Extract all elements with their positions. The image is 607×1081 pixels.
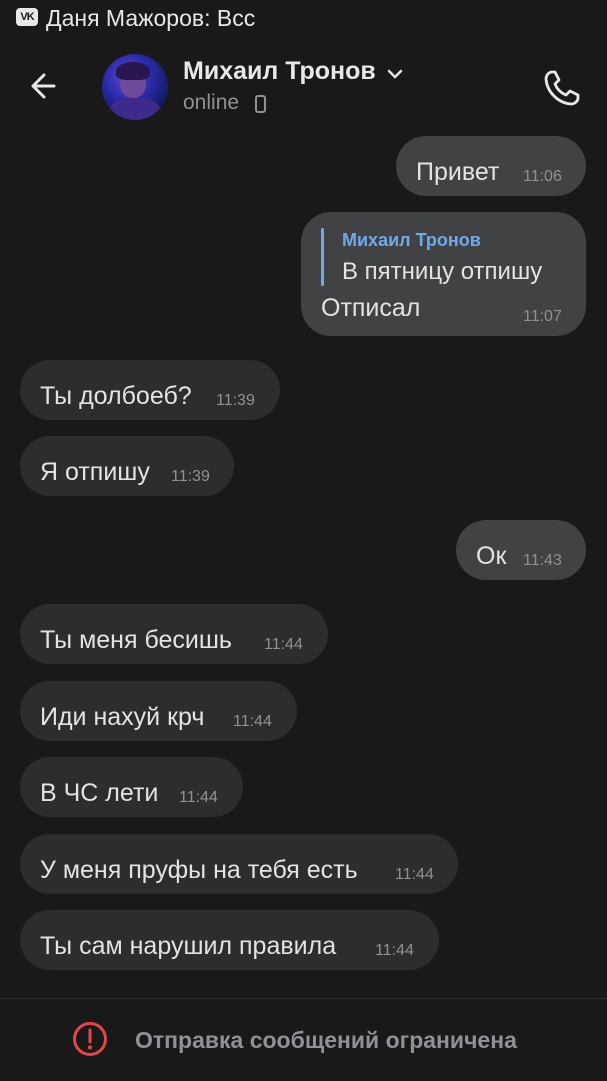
contact-name[interactable]: Михаил Тронов bbox=[183, 57, 376, 86]
message-bubble[interactable]: Иди нахуй крч 11:44 bbox=[20, 681, 297, 741]
warning-circle-icon bbox=[73, 1022, 107, 1056]
vk-icon: VK bbox=[16, 8, 38, 26]
message-bubble[interactable]: Михаил Тронов В пятницу отпишу Отписал 1… bbox=[301, 212, 586, 336]
message-bubble[interactable]: Ок 11:43 bbox=[456, 520, 586, 580]
message-text: Отписал bbox=[321, 294, 421, 322]
message-time: 11:44 bbox=[179, 789, 218, 806]
message-text: Ты сам нарушил правила bbox=[40, 932, 337, 960]
message-text: Привет bbox=[416, 158, 500, 186]
message-text: Ты меня бесишь bbox=[40, 626, 232, 654]
avatar[interactable] bbox=[102, 54, 168, 120]
message-time: 11:44 bbox=[395, 866, 434, 883]
message-text: В ЧС лети bbox=[40, 779, 159, 807]
message-time: 11:06 bbox=[523, 168, 562, 185]
status-bar: VK Даня Мажоров: Всс bbox=[0, 0, 607, 38]
message-bubble[interactable]: Ты меня бесишь 11:44 bbox=[20, 604, 328, 664]
message-bubble[interactable]: Привет 11:06 bbox=[396, 136, 586, 196]
mobile-phone-icon bbox=[255, 95, 266, 113]
message-text: Ты долбоеб? bbox=[40, 382, 192, 410]
reply-text: В пятницу отпишу bbox=[342, 258, 543, 285]
message-text: Иди нахуй крч bbox=[40, 703, 205, 731]
call-button[interactable] bbox=[540, 66, 584, 110]
message-time: 11:44 bbox=[233, 713, 272, 730]
back-arrow-icon bbox=[31, 73, 56, 99]
message-text: Ок bbox=[476, 542, 507, 570]
message-time: 11:39 bbox=[171, 468, 210, 485]
message-list[interactable]: Привет 11:06 Михаил Тронов В пятницу отп… bbox=[0, 136, 607, 998]
message-text: У меня пруфы на тебя есть bbox=[40, 856, 358, 884]
message-time: 11:43 bbox=[523, 552, 562, 569]
message-bubble[interactable]: Я отпишу 11:39 bbox=[20, 436, 234, 496]
phone-call-icon bbox=[544, 70, 580, 106]
back-button[interactable] bbox=[24, 66, 68, 106]
message-time: 11:39 bbox=[216, 392, 255, 409]
message-time: 11:07 bbox=[523, 308, 562, 325]
message-time: 11:44 bbox=[264, 636, 303, 653]
message-time: 11:44 bbox=[375, 942, 414, 959]
reply-author[interactable]: Михаил Тронов bbox=[342, 230, 481, 251]
contact-status: online bbox=[183, 91, 240, 114]
message-bubble[interactable]: Ты долбоеб? 11:39 bbox=[20, 360, 280, 420]
restriction-text: Отправка сообщений ограничена bbox=[135, 1027, 517, 1053]
message-bubble[interactable]: В ЧС лети 11:44 bbox=[20, 757, 243, 817]
reply-quote-bar bbox=[321, 228, 324, 286]
message-text: Я отпишу bbox=[40, 458, 150, 486]
message-bubble[interactable]: У меня пруфы на тебя есть 11:44 bbox=[20, 834, 458, 894]
message-restriction-bar: Отправка сообщений ограничена bbox=[0, 998, 607, 1081]
message-bubble[interactable]: Ты сам нарушил правила 11:44 bbox=[20, 910, 439, 970]
chevron-down-icon[interactable] bbox=[386, 68, 404, 80]
chat-header: Михаил Тронов online bbox=[0, 38, 607, 138]
notification-text: Даня Мажоров: Всс bbox=[46, 5, 256, 31]
